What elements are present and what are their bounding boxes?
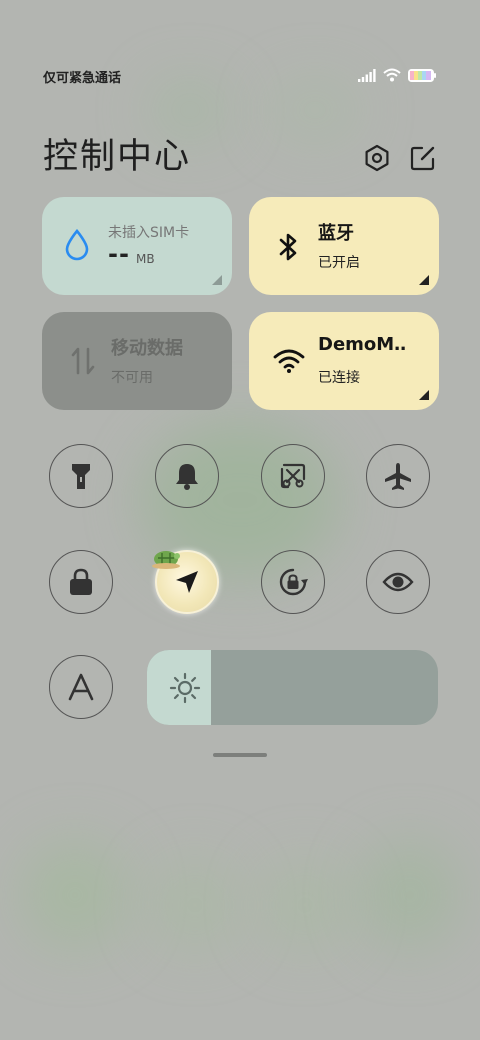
wifi-tile[interactable]: DemoM‥ 已连接 xyxy=(249,312,439,410)
carrier-status-text: 仅可紧急通话 xyxy=(43,71,122,86)
rotation-lock-icon xyxy=(279,568,308,596)
expand-corner-icon xyxy=(212,275,222,285)
background-blur xyxy=(150,860,240,950)
drag-handle[interactable] xyxy=(213,753,267,757)
wifi-status: 已连接 xyxy=(318,370,360,386)
bluetooth-status: 已开启 xyxy=(318,255,360,271)
bluetooth-icon xyxy=(279,233,297,261)
location-icon xyxy=(176,571,198,593)
background-blur xyxy=(260,860,350,950)
battery-icon xyxy=(408,68,436,82)
turtle-sticker-icon xyxy=(152,551,180,569)
status-bar: 仅可紧急通话 xyxy=(0,62,480,90)
expand-corner-icon[interactable] xyxy=(419,275,429,285)
mobile-data-status: 不可用 xyxy=(111,370,153,386)
sim-status-label: 未插入SIM卡 xyxy=(108,225,190,241)
lock-icon xyxy=(70,568,92,595)
expand-corner-icon[interactable] xyxy=(419,390,429,400)
bluetooth-label: 蓝牙 xyxy=(318,223,354,244)
water-drop-icon xyxy=(65,229,89,261)
background-blur xyxy=(20,840,130,950)
flashlight-toggle[interactable] xyxy=(49,444,113,508)
airplane-icon xyxy=(385,463,411,490)
airplane-toggle[interactable] xyxy=(366,444,430,508)
screenshot-icon xyxy=(280,463,306,489)
auto-brightness-toggle[interactable] xyxy=(49,655,113,719)
data-usage-unit: MB xyxy=(136,252,155,266)
edit-icon[interactable] xyxy=(408,143,438,173)
background-blur xyxy=(360,840,460,950)
bluetooth-tile[interactable]: 蓝牙 已开启 xyxy=(249,197,439,295)
eye-icon xyxy=(382,572,414,592)
data-usage-value: -- xyxy=(108,240,130,268)
flashlight-icon xyxy=(72,464,90,489)
auto-brightness-icon xyxy=(68,673,94,701)
page-title: 控制中心 xyxy=(43,137,192,177)
settings-icon[interactable] xyxy=(362,143,392,173)
wifi-icon xyxy=(383,68,401,82)
rotation-lock-toggle[interactable] xyxy=(261,550,325,614)
signal-icon xyxy=(358,68,376,82)
bell-icon xyxy=(176,464,198,490)
reading-mode-toggle[interactable] xyxy=(366,550,430,614)
mobile-data-tile[interactable]: 移动数据 不可用 xyxy=(42,312,232,410)
screen-lock-button[interactable] xyxy=(49,550,113,614)
wifi-icon xyxy=(273,349,305,373)
wifi-network-name: DemoM‥ xyxy=(318,334,407,355)
sim-data-tile[interactable]: 未插入SIM卡 -- MB xyxy=(42,197,232,295)
brightness-slider[interactable] xyxy=(147,650,438,725)
status-icons xyxy=(358,68,436,82)
sun-icon xyxy=(169,672,201,704)
ringer-toggle[interactable] xyxy=(155,444,219,508)
mobile-data-label: 移动数据 xyxy=(111,338,183,359)
data-transfer-icon xyxy=(71,347,95,375)
screenshot-toggle[interactable] xyxy=(261,444,325,508)
